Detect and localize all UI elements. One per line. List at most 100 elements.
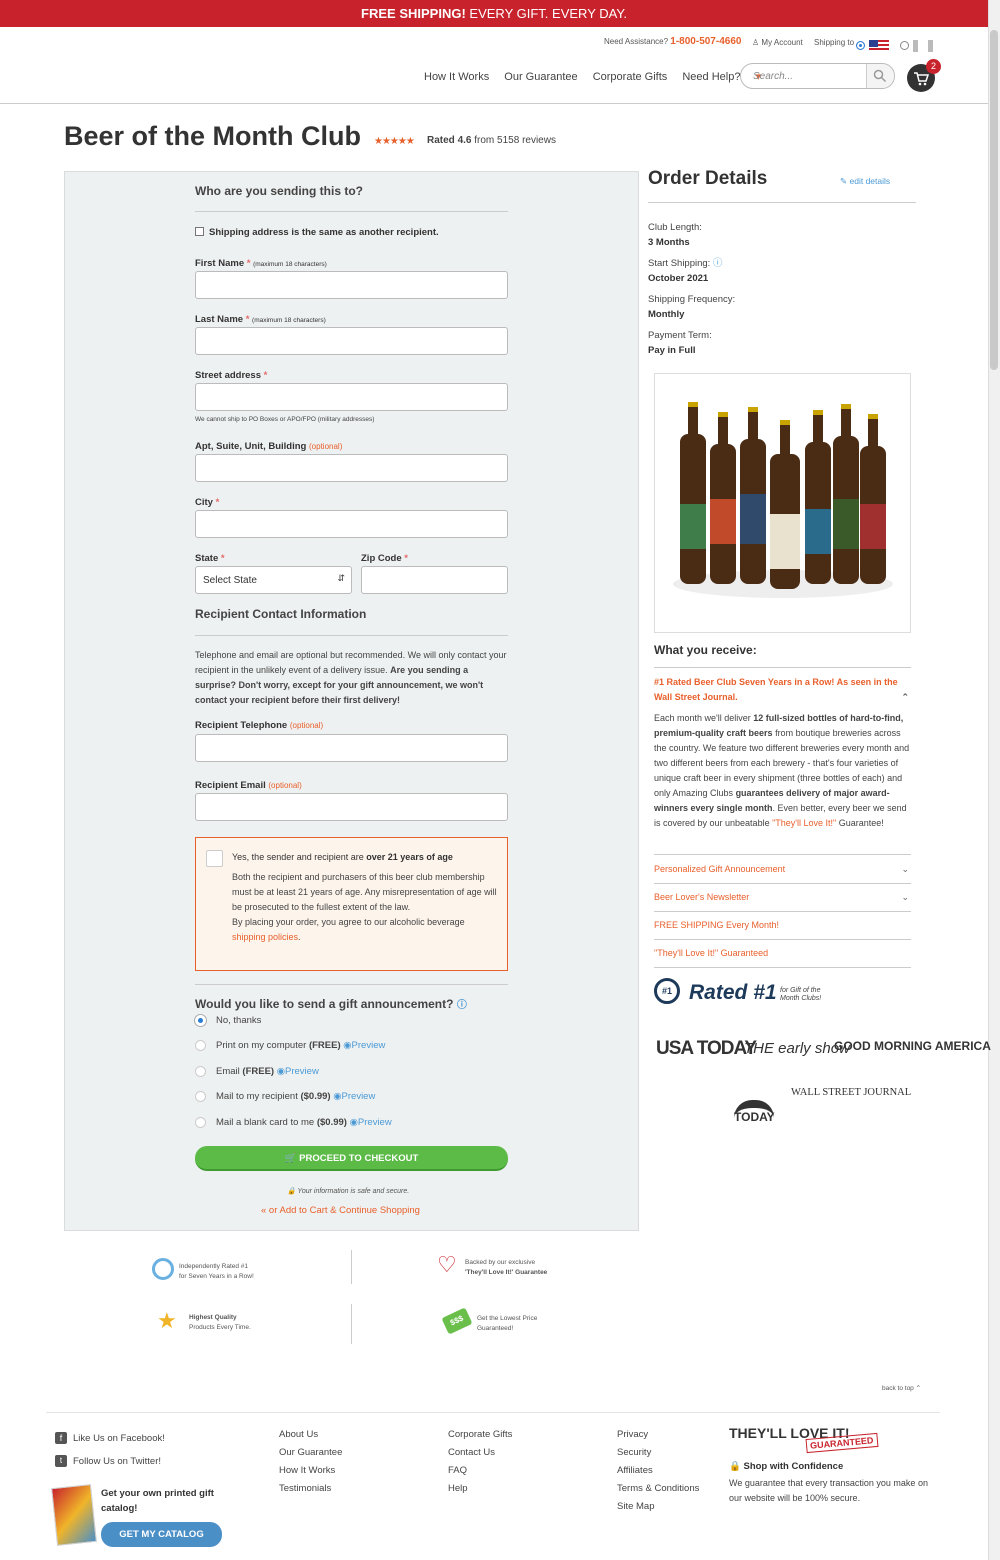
chevron-down-icon: ⌄ <box>901 892 909 902</box>
phone-link[interactable]: 1-800-507-4660 <box>670 36 741 47</box>
facebook-icon: f <box>55 1432 67 1445</box>
gift-option-print[interactable]: Print on my computer (FREE) ◉Preview <box>195 1040 385 1051</box>
ribbon-icon: #1 <box>654 978 680 1004</box>
wsj-logo: WALL STREET JOURNAL <box>791 1087 912 1098</box>
scrollbar-thumb[interactable] <box>990 30 998 370</box>
form-heading: Who are you sending this to? <box>195 184 363 198</box>
help-icon[interactable]: ⓘ <box>713 258 723 269</box>
zip-field[interactable] <box>361 566 508 594</box>
last-name-field[interactable] <box>195 327 508 355</box>
street-field[interactable] <box>195 383 508 411</box>
help-icon[interactable]: ⓘ <box>457 1000 467 1011</box>
back-to-top-link[interactable]: back to top ⌃ <box>882 1384 921 1392</box>
chevron-down-icon: ⌄ <box>901 864 909 874</box>
shipping-to: Shipping to <box>814 38 855 47</box>
scrollbar[interactable] <box>988 0 1000 1560</box>
cart-icon <box>914 72 930 86</box>
recipient-phone-field[interactable] <box>195 734 508 762</box>
gift-option-none[interactable]: No, thanks <box>195 1015 261 1026</box>
divider <box>654 883 911 884</box>
footer-link-privacy[interactable]: Privacy <box>617 1426 699 1444</box>
rated-1-badge: Rated #1 <box>689 981 777 1004</box>
ship-us-radio[interactable] <box>856 37 890 55</box>
footer-link-sitemap[interactable]: Site Map <box>617 1498 699 1516</box>
shop-confidence-title: 🔒 Shop with Confidence <box>729 1461 844 1472</box>
shipping-policies-link[interactable]: shipping policies <box>232 932 298 942</box>
footer-link-faq[interactable]: FAQ <box>448 1462 512 1480</box>
footer-link-affiliates[interactable]: Affiliates <box>617 1462 699 1480</box>
continue-shopping-link[interactable]: « or Add to Cart & Continue Shopping <box>261 1205 420 1216</box>
trust-price: Get the Lowest Price Guaranteed! <box>477 1315 538 1332</box>
preview-link[interactable]: ◉Preview <box>277 1066 319 1077</box>
free-shipping-row: FREE SHIPPING Every Month! <box>654 920 780 930</box>
promo-banner: FREE SHIPPING! EVERY GIFT. EVERY DAY. <box>0 0 988 27</box>
cart-button[interactable]: 2 <box>907 59 941 92</box>
get-catalog-button[interactable]: GET MY CATALOG <box>101 1522 222 1547</box>
recipient-email-field[interactable] <box>195 793 508 821</box>
main-nav: How It Works Our Guarantee Corporate Gif… <box>424 70 785 83</box>
product-image <box>654 373 911 633</box>
lock-icon: 🔒 <box>729 1461 741 1472</box>
last-name-label: Last Name * (maximum 18 characters) <box>195 314 326 325</box>
edit-details-link[interactable]: ✎ edit details <box>840 176 890 187</box>
my-account-link[interactable]: ♙ My Account <box>752 38 803 47</box>
age-checkbox[interactable] <box>206 850 223 867</box>
search-input[interactable]: Search... <box>740 63 895 89</box>
age-text: Both the recipient and purchasers of thi… <box>232 872 497 942</box>
first-name-field[interactable] <box>195 271 508 299</box>
facebook-link[interactable]: f Like Us on Facebook! <box>55 1427 165 1450</box>
us-flag-icon <box>869 39 890 52</box>
footer-link-security[interactable]: Security <box>617 1444 699 1462</box>
rating-summary[interactable]: Rated 4.6 from 5158 reviews <box>427 135 556 146</box>
state-select[interactable]: Select State ⇵ <box>195 566 352 594</box>
city-field[interactable] <box>195 510 508 538</box>
preview-link[interactable]: ◉Preview <box>350 1117 392 1128</box>
same-address-checkbox[interactable] <box>195 227 204 236</box>
nav-our-guarantee[interactable]: Our Guarantee <box>504 71 577 83</box>
accordion-gift-announcement[interactable]: Personalized Gift Announcement ⌄ <box>654 864 911 874</box>
city-label: City * <box>195 497 220 508</box>
trust-rated: Independently Rated #1 for Seven Years in… <box>179 1263 254 1280</box>
nav-how-it-works[interactable]: How It Works <box>424 71 489 83</box>
footer-link-contact[interactable]: Contact Us <box>448 1444 512 1462</box>
twitter-link[interactable]: t Follow Us on Twitter! <box>55 1450 165 1473</box>
early-show-logo: THE early show <box>744 1040 850 1057</box>
rated-1-sub: for Gift of the Month Clubs! <box>780 987 822 1002</box>
preview-link[interactable]: ◉Preview <box>333 1091 375 1102</box>
award-icon <box>152 1258 174 1280</box>
divider <box>654 854 911 855</box>
footer-link-corporate[interactable]: Corporate Gifts <box>448 1426 512 1444</box>
accordion-headline[interactable]: #1 Rated Beer Club Seven Years in a Row!… <box>654 675 911 705</box>
proceed-checkout-button[interactable]: 🛒 PROCEED TO CHECKOUT <box>195 1146 508 1171</box>
header-divider <box>0 103 988 104</box>
gift-option-email[interactable]: Email (FREE) ◉Preview <box>195 1066 319 1077</box>
divider <box>654 911 911 912</box>
divider <box>195 635 508 636</box>
gift-option-mail-me[interactable]: Mail a blank card to me ($0.99) ◉Preview <box>195 1117 392 1128</box>
footer-link-how-it-works[interactable]: How It Works <box>279 1462 342 1480</box>
what-you-receive-title: What you receive: <box>654 643 757 657</box>
guarantee-link[interactable]: "They'll Love It!" <box>772 818 836 828</box>
gift-option-mail-recipient[interactable]: Mail to my recipient ($0.99) ◉Preview <box>195 1091 375 1102</box>
apt-field[interactable] <box>195 454 508 482</box>
apt-label: Apt, Suite, Unit, Building (optional) <box>195 441 343 452</box>
preview-link[interactable]: ◉Preview <box>343 1040 385 1051</box>
footer-link-about[interactable]: About Us <box>279 1426 342 1444</box>
footer-link-terms[interactable]: Terms & Conditions <box>617 1480 699 1498</box>
state-label: State * <box>195 553 225 564</box>
search-button[interactable] <box>866 64 894 88</box>
ship-ca-radio[interactable] <box>900 37 934 55</box>
accordion-newsletter[interactable]: Beer Lover's Newsletter ⌄ <box>654 892 911 902</box>
order-details-title: Order Details <box>648 168 768 189</box>
nav-corporate-gifts[interactable]: Corporate Gifts <box>593 71 668 83</box>
footer-link-testimonials[interactable]: Testimonials <box>279 1480 342 1498</box>
footer-link-help[interactable]: Help <box>448 1480 512 1498</box>
social-links: f Like Us on Facebook! t Follow Us on Twit… <box>55 1427 165 1473</box>
trust-guarantee: Backed by our exclusive 'They'll Love It!… <box>465 1259 548 1276</box>
page-title: Beer of the Month Club <box>64 121 361 151</box>
canada-flag-icon <box>913 39 934 52</box>
footer-link-guarantee[interactable]: Our Guarantee <box>279 1444 342 1462</box>
today-logo: TODAY <box>734 1100 775 1124</box>
divider <box>195 984 508 985</box>
phone-label: Recipient Telephone (optional) <box>195 720 324 731</box>
